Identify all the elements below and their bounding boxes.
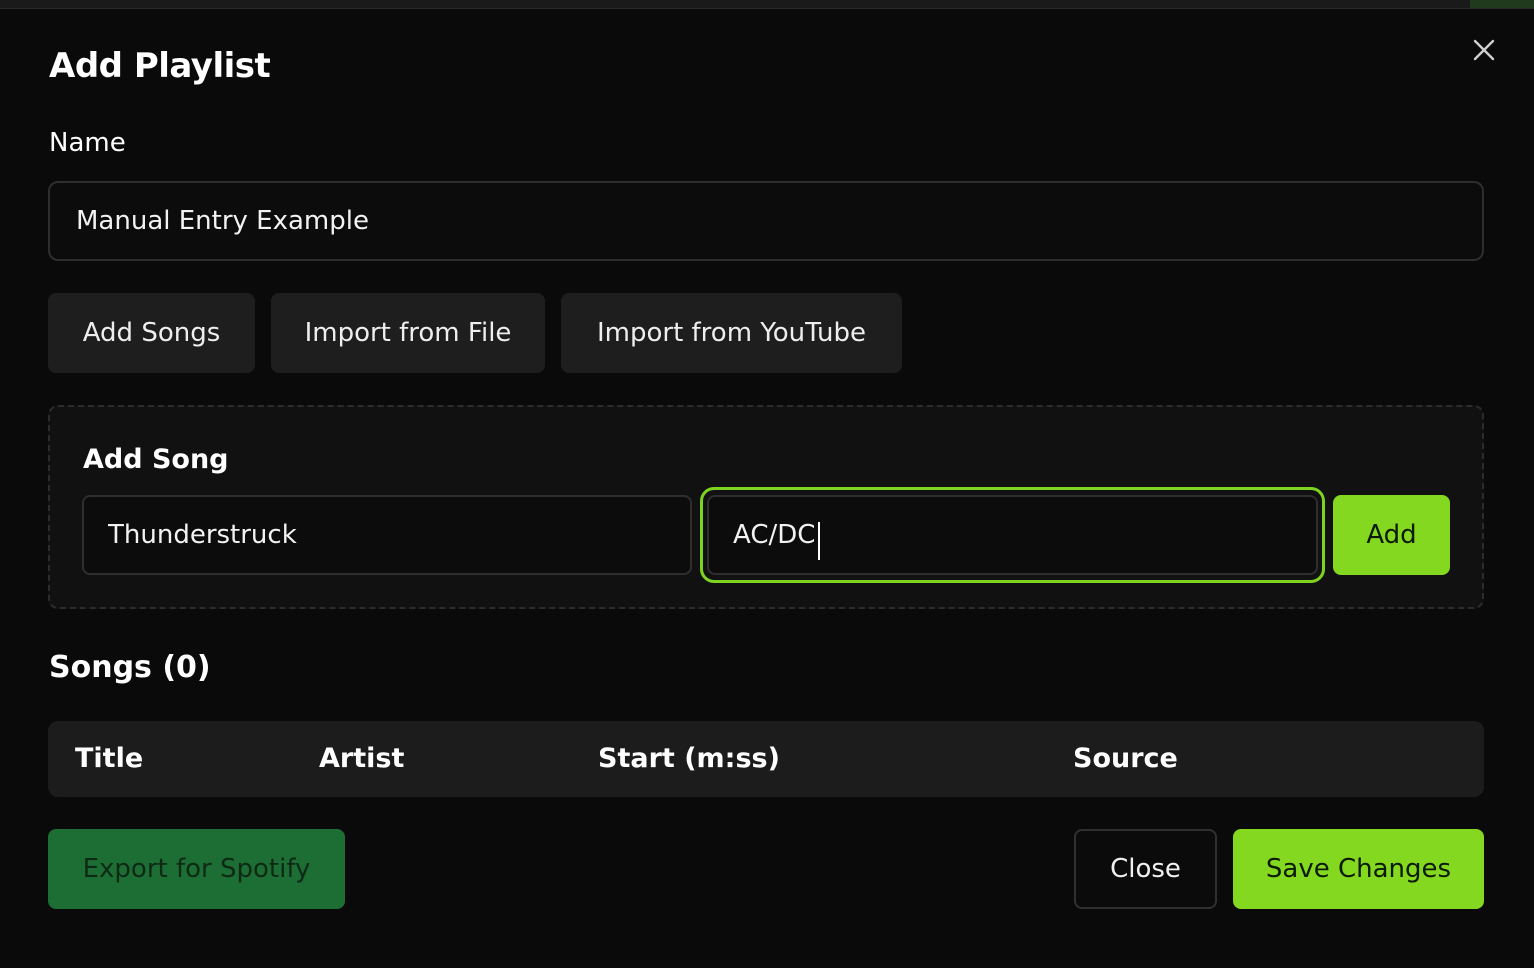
tab-add-songs[interactable]: Add Songs (48, 293, 255, 373)
name-label: Name (49, 128, 126, 158)
close-dialog-button[interactable] (1466, 32, 1502, 68)
column-source[interactable]: Source (1073, 743, 1178, 774)
column-start[interactable]: Start (m:ss) (598, 743, 780, 774)
export-for-spotify-button[interactable]: Export for Spotify (48, 829, 345, 909)
song-title-input[interactable] (82, 495, 692, 575)
column-artist[interactable]: Artist (319, 743, 404, 774)
column-title[interactable]: Title (75, 743, 143, 774)
text-cursor (818, 522, 820, 560)
save-changes-button[interactable]: Save Changes (1233, 829, 1484, 909)
close-icon (1473, 39, 1495, 61)
background-strip-accent (1470, 0, 1534, 8)
songs-heading: Songs (0) (49, 650, 211, 685)
playlist-name-input[interactable] (48, 181, 1484, 261)
close-button[interactable]: Close (1074, 829, 1217, 909)
add-song-heading: Add Song (83, 444, 229, 475)
background-strip (0, 0, 1534, 8)
add-song-button[interactable]: Add (1333, 495, 1450, 575)
song-artist-input[interactable] (707, 495, 1318, 575)
tab-import-from-youtube[interactable]: Import from YouTube (561, 293, 902, 373)
dialog-title: Add Playlist (49, 46, 271, 86)
tab-import-from-file[interactable]: Import from File (271, 293, 545, 373)
